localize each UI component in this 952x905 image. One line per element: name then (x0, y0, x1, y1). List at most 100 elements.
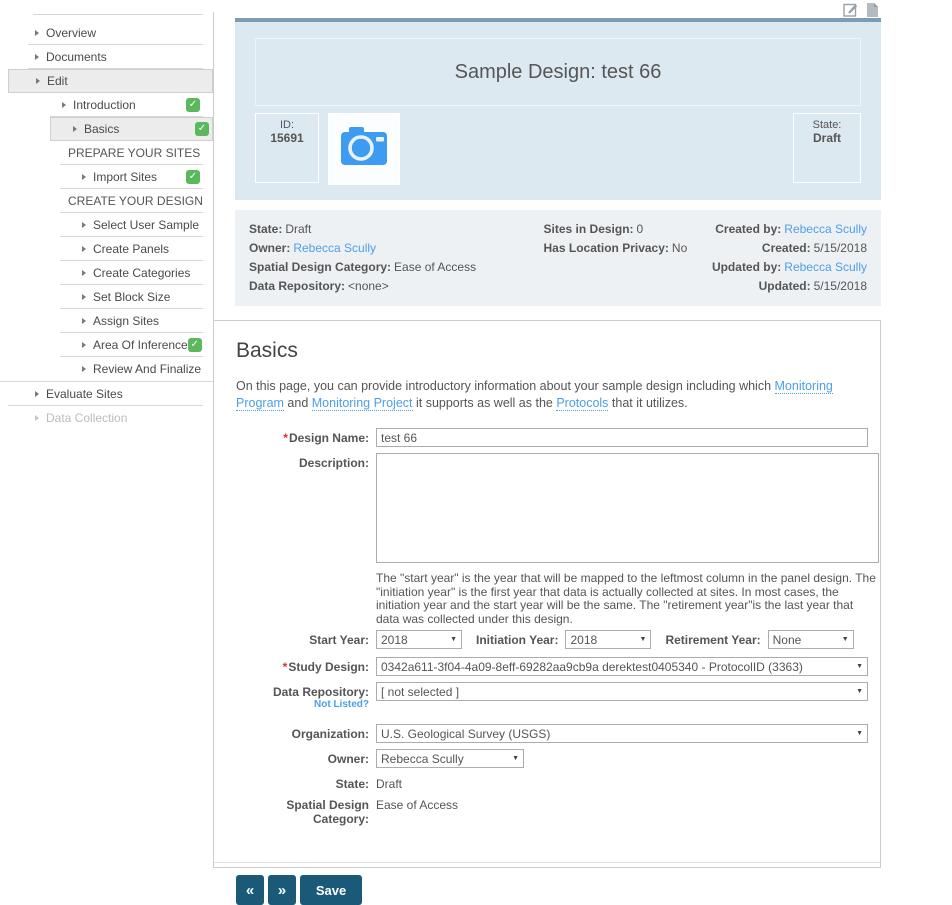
design-name-label: *Design Name: (283, 431, 369, 445)
meta-value: <none> (348, 279, 389, 293)
state-value: Draft (812, 131, 841, 145)
arrow-icon (35, 390, 39, 397)
created-by-link[interactable]: Rebecca Scully (784, 222, 867, 236)
arrow-icon (35, 29, 39, 36)
sidebar-item-label: Edit (47, 74, 68, 88)
design-id-box: ID: 15691 (255, 113, 319, 183)
sidebar-item-evaluate-sites[interactable]: Evaluate Sites (8, 382, 203, 406)
state-box: State: Draft (793, 113, 861, 183)
meta-label: Sites in Design: (543, 222, 634, 236)
meta-label: Data Repository: (249, 279, 346, 293)
protocols-link[interactable]: Protocols (556, 396, 609, 411)
sidebar-item-label: Area Of Inference (93, 337, 188, 352)
intro-text: On this page, you can provide introducto… (236, 378, 862, 412)
divider (214, 862, 880, 863)
next-step-button[interactable]: » (268, 875, 296, 905)
sidebar-item-select-user-sample[interactable]: Select User Sample (60, 213, 203, 237)
sidebar-item-documents[interactable]: Documents (28, 45, 203, 69)
arrow-icon (35, 415, 39, 421)
required-marker: * (282, 660, 288, 674)
sidebar-item-create-categories[interactable]: Create Categories (60, 261, 203, 285)
basics-card: Basics On this page, you can provide int… (213, 320, 881, 905)
sidebar-item-label: Create Panels (93, 241, 170, 256)
camera-icon (341, 126, 387, 172)
data-repository-select[interactable]: [ not selected ] ▼ (376, 682, 868, 701)
edit-icon[interactable] (843, 2, 858, 18)
intro-segment: that it utilizes. (608, 396, 688, 410)
start-year-select[interactable]: 2018 ▼ (376, 630, 462, 649)
arrow-icon (82, 366, 86, 372)
sidebar-item-label: Introduction (73, 97, 136, 112)
design-name-input[interactable] (376, 428, 868, 447)
sidebar-item-edit[interactable]: Edit (8, 69, 213, 93)
sidebar-group-label: PREPARE YOUR SITES (68, 145, 201, 160)
retirement-year-select[interactable]: None ▼ (767, 630, 854, 649)
arrow-icon (82, 245, 86, 252)
document-icon[interactable] (866, 2, 879, 18)
sidebar-item-area-of-inference[interactable]: Area Of Inference ✓ (60, 333, 203, 357)
sidebar-item-overview[interactable]: Overview (28, 21, 203, 45)
meta-label: Created by: (715, 222, 782, 236)
sidebar-item-import-sites[interactable]: Import Sites ✓ (60, 165, 203, 189)
arrow-icon (36, 78, 40, 84)
sidebar-item-data-collection: Data Collection (8, 406, 203, 430)
owner-select[interactable]: Rebecca Scully ▼ (376, 749, 524, 768)
sidebar-item-label: Create Categories (93, 265, 191, 280)
camera-button[interactable] (328, 113, 400, 185)
page-title: Sample Design: test 66 (255, 38, 861, 106)
section-title: Basics (236, 339, 298, 362)
initiation-year-label: Initiation Year: (476, 632, 559, 647)
updated-by-link[interactable]: Rebecca Scully (784, 260, 867, 274)
required-marker: * (283, 431, 288, 445)
owner-label: Owner: (327, 752, 369, 766)
meta-value: No (671, 241, 688, 255)
divider (33, 14, 203, 15)
state-value: Draft (376, 777, 403, 791)
sidebar-item-set-block-size[interactable]: Set Block Size (60, 285, 203, 309)
initiation-year-select[interactable]: 2018 ▼ (565, 630, 652, 649)
meta-label: Spatial Design Category: (249, 260, 392, 274)
monitoring-project-link[interactable]: Monitoring Project (311, 396, 413, 411)
sidebar-item-assign-sites[interactable]: Assign Sites (60, 309, 203, 333)
chevron-down-icon: ▼ (856, 730, 863, 737)
check-icon: ✓ (186, 169, 200, 184)
main-content: Sample Design: test 66 ID: 15691 State: (213, 0, 881, 905)
meta-value: 5/15/2018 (813, 279, 867, 293)
arrow-icon (82, 341, 86, 348)
meta-label: Updated: (758, 279, 811, 293)
description-textarea[interactable] (376, 453, 879, 563)
arrow-icon (82, 317, 86, 324)
sidebar-group-label: CREATE YOUR DESIGN (68, 193, 203, 208)
arrow-icon (82, 221, 86, 228)
sidebar-item-create-panels[interactable]: Create Panels (60, 237, 203, 261)
banner-boxes: ID: 15691 State: Draft (255, 113, 861, 185)
chevron-down-icon: ▼ (450, 636, 457, 643)
meta-label: Created: (761, 241, 811, 255)
arrow-icon (82, 293, 86, 300)
chevron-down-icon: ▼ (639, 636, 647, 643)
divider (213, 12, 214, 868)
arrow-icon (73, 126, 77, 132)
sidebar-item-label: Documents (46, 49, 107, 64)
save-button[interactable]: Save (300, 875, 362, 905)
check-icon: ✓ (195, 122, 209, 136)
sidebar-item-label: Set Block Size (93, 289, 171, 304)
previous-step-button[interactable]: « (236, 875, 264, 905)
not-listed-link[interactable]: Not Listed? (236, 699, 369, 710)
sidebar-item-label: Basics (84, 122, 120, 136)
sidebar-item-basics[interactable]: Basics ✓ (50, 117, 213, 141)
sidebar-item-introduction[interactable]: Introduction ✓ (50, 93, 203, 117)
organization-select[interactable]: U.S. Geological Survey (USGS) ▼ (376, 724, 868, 743)
intro-segment: On this page, you can provide introducto… (236, 379, 775, 393)
description-label: Description: (298, 456, 369, 470)
years-help-text: The "start year" is the year that will b… (376, 571, 876, 626)
id-label: ID: (279, 119, 295, 131)
meta-value: Ease of Access (394, 260, 477, 274)
sidebar-item-review-and-finalize[interactable]: Review And Finalize (60, 357, 203, 381)
retirement-year-label: Retirement Year: (665, 632, 761, 647)
metadata-strip: State: Draft Owner: Rebecca Scully Spatial… (235, 210, 881, 306)
meta-value: Draft (285, 222, 312, 236)
chevron-down-icon: ▼ (856, 688, 863, 695)
owner-link[interactable]: Rebecca Scully (293, 241, 376, 255)
study-design-select[interactable]: 0342a611-3f04-4a09-8eff-69282aa9cb9a der… (376, 657, 868, 676)
